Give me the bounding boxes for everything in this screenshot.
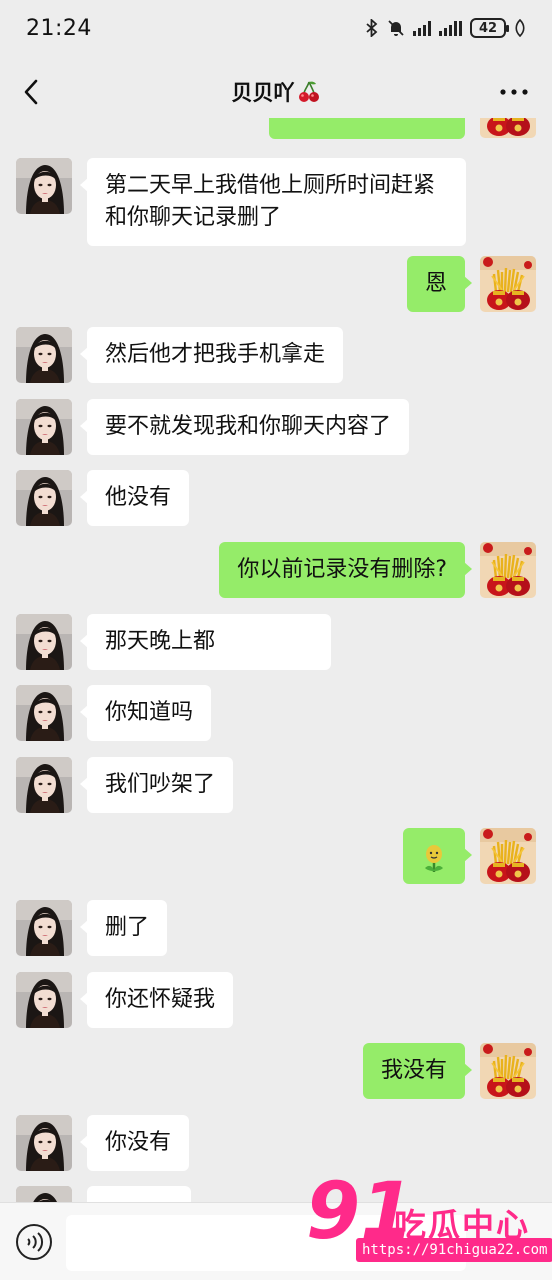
message-bubble-incoming[interactable]: 第二天早上我借他上厕所时间赶紧和你聊天记录删了 (80, 158, 466, 246)
contact-name: 贝贝吖 (231, 81, 295, 105)
message-bubble-incoming[interactable]: 那天晚上都 (80, 614, 331, 670)
message-bubble-incoming[interactable]: 你没有 (79, 1115, 190, 1171)
contact-avatar[interactable] (16, 972, 72, 1028)
contact-avatar[interactable] (16, 1115, 72, 1171)
my-avatar[interactable] (480, 1043, 536, 1099)
message-bubble-incoming[interactable] (87, 1186, 191, 1202)
voice-input-icon[interactable] (14, 1222, 54, 1262)
message-bubble-incoming[interactable]: 我们吵架了 (79, 757, 234, 813)
back-arrow-icon[interactable] (18, 78, 46, 106)
message-row: 然后他才把我手机拿走 (0, 327, 552, 385)
message-bubble-outgoing[interactable] (269, 118, 465, 139)
message-row: 恩 (0, 256, 552, 314)
my-avatar[interactable] (480, 542, 536, 598)
my-avatar[interactable] (480, 118, 536, 138)
message-row: 他没有 (0, 470, 552, 528)
tulip-emoji-icon (425, 845, 443, 872)
site-watermark: 91 吃瓜中心 https://91chigua22.com (296, 1170, 552, 1280)
chat-message-list[interactable]: 第二天早上我借他上厕所时间赶紧和你聊天记录删了 恩 然后他才把我手机拿走 要不就… (0, 118, 552, 1202)
watermark-url: https://91chigua22.com (356, 1238, 552, 1262)
message-bubble-incoming[interactable]: 要不就发现我和你聊天内容了 (79, 399, 410, 455)
message-bubble-incoming[interactable]: 删了 (79, 900, 168, 956)
signal-icon (413, 20, 431, 36)
message-row: 我没有 (0, 1043, 552, 1101)
leaf-icon (515, 19, 525, 37)
message-bubble-outgoing[interactable] (403, 828, 472, 884)
message-row: 要不就发现我和你聊天内容了 (0, 399, 552, 457)
message-bubble-incoming[interactable]: 他没有 (79, 470, 190, 526)
signal-icon-2 (439, 20, 462, 36)
message-bubble-outgoing[interactable]: 恩 (406, 256, 473, 312)
message-bubble-outgoing[interactable]: 你以前记录没有删除? (219, 542, 472, 598)
contact-avatar[interactable] (16, 685, 72, 741)
contact-avatar[interactable] (16, 158, 72, 214)
more-options-icon[interactable] (498, 80, 530, 104)
message-row: 第二天早上我借他上厕所时间赶紧和你聊天记录删了 (0, 158, 552, 246)
message-row (0, 118, 552, 142)
cherry-emoji-icon (298, 81, 319, 102)
status-time: 21:24 (26, 15, 92, 41)
contact-avatar[interactable] (16, 1186, 72, 1202)
message-row: 那天晚上都 (0, 614, 552, 672)
message-row: 你还怀疑我 (0, 972, 552, 1030)
battery-icon: 42 (470, 18, 509, 38)
chat-title: 贝贝吖 (232, 77, 321, 107)
contact-avatar[interactable] (16, 614, 72, 670)
contact-avatar[interactable] (16, 757, 72, 813)
message-row: 你知道吗 (0, 685, 552, 743)
message-row: 你没有 (0, 1115, 552, 1173)
message-row (0, 828, 552, 886)
contact-avatar[interactable] (16, 900, 72, 956)
message-bubble-outgoing[interactable]: 我没有 (362, 1043, 473, 1099)
message-row: 删了 (0, 900, 552, 958)
contact-avatar[interactable] (16, 399, 72, 455)
message-bubble-incoming[interactable]: 你还怀疑我 (79, 972, 234, 1028)
mute-bell-icon (388, 20, 404, 36)
status-icons: 42 (365, 18, 526, 38)
message-row: 你以前记录没有删除? (0, 542, 552, 600)
message-bubble-incoming[interactable]: 然后他才把我手机拿走 (79, 327, 344, 383)
contact-avatar[interactable] (16, 327, 72, 383)
message-bubble-incoming[interactable]: 你知道吗 (79, 685, 212, 741)
my-avatar[interactable] (480, 828, 536, 884)
message-row: 我们吵架了 (0, 757, 552, 815)
contact-avatar[interactable] (16, 470, 72, 526)
my-avatar[interactable] (480, 256, 536, 312)
status-bar: 21:24 42 (0, 0, 552, 56)
bluetooth-icon (366, 19, 378, 37)
